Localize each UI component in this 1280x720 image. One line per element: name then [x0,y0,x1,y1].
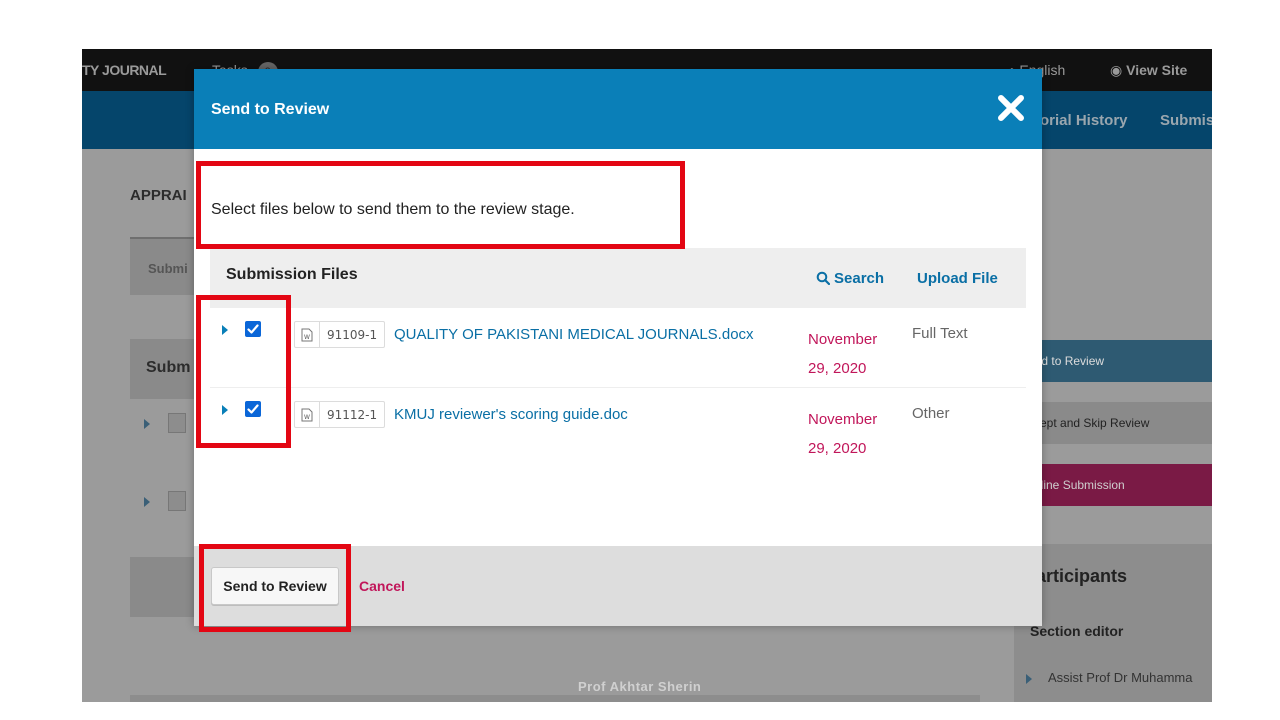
file-id-badge: W 91112-1 [294,401,386,428]
table-row: W 91112-1 KMUJ reviewer's scoring guide.… [210,388,1026,468]
bg-caret-icon[interactable] [144,497,150,507]
file-date-line1: November [808,331,878,348]
bg-file-icon [168,491,186,511]
file-name-link[interactable]: KMUJ reviewer's scoring guide.doc [394,406,628,423]
close-icon [998,95,1024,121]
send-to-review-modal: Send to Review Select files below to sen… [194,69,1042,626]
file-date: November 29, 2020 [808,325,888,383]
view-site-label: View Site [1126,62,1188,78]
bg-caret-icon[interactable] [144,419,150,429]
journal-name[interactable]: TY JOURNAL [82,62,167,78]
tab-submission[interactable]: Submi [148,261,188,276]
cancel-link[interactable]: Cancel [359,578,405,594]
word-doc-icon: W [295,402,320,427]
annotation-box-send-button [199,544,351,632]
annotation-box-intro [196,161,685,249]
nav-editorial-history[interactable]: orial History [1040,112,1128,129]
file-date: November 29, 2020 [808,405,888,463]
file-date-line2: 29, 2020 [808,360,867,377]
file-id: 91112-1 [327,407,378,422]
section-editor-label: Section editor [1030,623,1124,639]
page-heading: APPRAI [130,187,187,204]
search-icon [816,271,831,286]
word-doc-icon: W [295,322,320,347]
side-accept-skip-review-button[interactable]: ccept and Skip Review [1014,402,1212,444]
file-name-link[interactable]: QUALITY OF PAKISTANI MEDICAL JOURNALS.do… [394,326,754,343]
bg-file-icon [168,413,186,433]
file-genre: Other [912,405,950,422]
search-link[interactable]: Search [816,270,884,287]
side-send-to-review-button[interactable]: end to Review [1014,340,1212,382]
modal-header: Send to Review [194,69,1042,149]
search-label: Search [834,270,885,287]
participants-heading: articipants [1036,566,1128,586]
svg-text:W: W [304,414,310,421]
file-id-badge: W 91109-1 [294,321,386,348]
file-date-line1: November [808,411,878,428]
svg-text:W: W [304,334,310,341]
file-genre: Full Text [912,325,968,342]
nav-submission[interactable]: Submis [1160,112,1212,129]
file-date-line2: 29, 2020 [808,440,867,457]
grid-header: Submission Files Search Upload File [210,248,1026,308]
close-button[interactable] [996,93,1026,123]
footer-credit: Prof Akhtar Sherin [578,679,702,694]
table-row: W 91109-1 QUALITY OF PAKISTANI MEDICAL J… [210,308,1026,388]
upload-file-link[interactable]: Upload File [917,270,998,287]
bottom-panel [130,695,980,702]
submission-files-grid: Submission Files Search Upload File W 91… [210,248,1026,468]
participant-name[interactable]: Assist Prof Dr Muhamma [1048,670,1192,685]
file-id: 91109-1 [327,327,378,342]
stage: TY JOURNAL Tasks 0 ◔ English ◉ View Site… [0,0,1280,720]
files-panel-title: Subm [146,359,191,376]
annotation-box-checkboxes [196,295,291,448]
side-decline-submission-button[interactable]: ecline Submission [1014,464,1212,506]
participant-caret-icon[interactable] [1026,674,1032,684]
eye-icon: ◉ [1110,62,1127,78]
modal-title: Send to Review [211,101,330,118]
view-site-link[interactable]: ◉ View Site [1110,62,1187,79]
grid-title: Submission Files [226,266,358,283]
